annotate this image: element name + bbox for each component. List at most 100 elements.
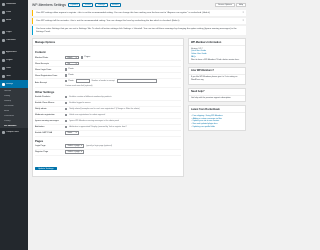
collapse-menu-button[interactable]: Collapse menu bbox=[0, 128, 28, 136]
chevron-down-icon: ▾ bbox=[80, 145, 82, 147]
sidebar-item-settings[interactable]: Settings bbox=[0, 80, 28, 88]
option-row-enable-captcha: Enable CAPTCHA None ▾ bbox=[35, 131, 181, 137]
option-select[interactable]: Select a page ▾ bbox=[65, 144, 85, 148]
option-label: Moderate registration bbox=[35, 114, 55, 116]
sidebar-item-label: Plugins bbox=[6, 59, 13, 61]
sidebar-item-label: Media bbox=[6, 19, 12, 21]
option-checkbox[interactable] bbox=[65, 79, 68, 82]
tab-options[interactable]: Options bbox=[67, 3, 81, 7]
sidebar-item-label: Comments bbox=[6, 39, 16, 41]
option-checkbox[interactable] bbox=[81, 56, 84, 59]
dismiss-icon[interactable]: × bbox=[243, 19, 244, 22]
sidebar-item-label: Posts bbox=[6, 11, 12, 13]
page-icon bbox=[2, 30, 5, 34]
sidebar-item-media[interactable]: Media bbox=[0, 16, 28, 24]
like-title: Like WP-Members? bbox=[189, 68, 245, 75]
main-content: WP-Members Settings Options Fields Dialo… bbox=[28, 0, 250, 250]
help-button[interactable]: Help bbox=[235, 3, 246, 7]
option-row-auto-excerpt: Auto Excerpt Posts Number of words in exce… bbox=[35, 79, 181, 88]
option-select[interactable]: No ▾ bbox=[65, 61, 79, 66]
info-box: WP-Members Information Version: 3.2.7 Qu… bbox=[188, 38, 246, 64]
help-text: Get help with the premium support subscr… bbox=[191, 97, 232, 100]
option-controls: Select a page ▾ bbox=[65, 150, 181, 154]
sidebar-item-label: Users bbox=[6, 67, 12, 69]
option-controls: Posts Number of words in excerpt Custom re… bbox=[65, 79, 181, 87]
info-text: Want to have a WP-Members? Find a better… bbox=[191, 58, 240, 61]
sidebar-item-pages[interactable]: Pages bbox=[0, 28, 28, 36]
select-value: Select a page bbox=[67, 145, 80, 147]
option-help-text: Custom read more link (optional) bbox=[65, 84, 93, 87]
sidebar-item-label: Pages bbox=[6, 31, 12, 33]
option-controls: Block ▾ Pages bbox=[65, 55, 181, 60]
option-controls: No ▾ bbox=[65, 61, 181, 66]
option-label: Show Excerpts bbox=[35, 62, 49, 65]
pin-icon bbox=[2, 10, 5, 14]
option-select[interactable]: None ▾ bbox=[65, 131, 79, 135]
gear-icon bbox=[2, 82, 5, 86]
user-guide-link[interactable]: Online User Guide bbox=[191, 53, 207, 55]
option-checkbox[interactable] bbox=[65, 74, 68, 77]
sidebar-item-posts[interactable]: Posts bbox=[0, 8, 28, 16]
quick-start-link[interactable]: Quick Start Guide bbox=[191, 50, 206, 52]
option-help-text: Enables creation of different membership… bbox=[69, 95, 112, 98]
sidebar-item-appearance[interactable]: Appearance bbox=[0, 48, 28, 56]
sidebar-item-label: Settings bbox=[6, 83, 14, 85]
option-label: Enable CAPTCHA bbox=[35, 132, 52, 134]
like-box: Like WP-Members? If you like WP-Members … bbox=[188, 66, 246, 85]
notice-text: Your WP settings tell the no-index - thi… bbox=[36, 19, 180, 22]
option-checkbox[interactable] bbox=[65, 95, 68, 99]
pages-section-title: Pages bbox=[35, 138, 44, 143]
latest-link[interactable]: Updating user profile fields bbox=[193, 126, 215, 129]
page-header: WP-Members Settings Options Fields Dialo… bbox=[32, 2, 246, 8]
update-settings-button[interactable]: Update Settings bbox=[35, 166, 57, 171]
option-controls: Attribution is appreciated! Display 'pow… bbox=[65, 125, 181, 129]
sidebar-item-users[interactable]: Users bbox=[0, 64, 28, 72]
screen-options-button[interactable]: Screen Options bbox=[215, 3, 235, 7]
sidebar-item-label: Tools bbox=[6, 75, 11, 77]
option-controls: Ignore WP-Members warning messages in th… bbox=[65, 119, 181, 123]
sidebar-item-tools[interactable]: Tools bbox=[0, 72, 28, 80]
option-checkbox[interactable] bbox=[65, 119, 68, 123]
help-box: Need help? Get help with the premium sup… bbox=[188, 87, 246, 103]
wrench-icon bbox=[2, 74, 5, 78]
checkbox-label: Posts bbox=[68, 68, 74, 71]
option-label: Register Page bbox=[35, 151, 49, 153]
option-label: Enable Products bbox=[35, 96, 51, 98]
option-controls: Posts bbox=[65, 74, 181, 77]
collapse-icon bbox=[2, 130, 5, 134]
page-title: WP-Members Settings bbox=[32, 3, 66, 7]
user-icon bbox=[2, 66, 5, 70]
option-help-text: Enables logged in menus bbox=[69, 101, 91, 104]
notice-text: Your WP settings allow anyone to registe… bbox=[36, 11, 210, 14]
latest-box: Latest from RocketGeek Free shipping - U… bbox=[188, 105, 246, 132]
manage-options-panel: Manage Options Content Blocked Posts Bloc… bbox=[32, 38, 184, 177]
faq-link[interactable]: FAQs bbox=[191, 56, 196, 58]
option-checkbox[interactable] bbox=[65, 125, 68, 129]
brush-icon bbox=[2, 50, 5, 54]
tab-fields[interactable]: Fields bbox=[82, 3, 94, 7]
option-select[interactable]: Select a page ▾ bbox=[65, 150, 85, 154]
chevron-down-icon: ▾ bbox=[75, 62, 77, 65]
option-label: Show Registration Form bbox=[35, 74, 58, 77]
sidebar-subitem-label: WP Members bbox=[4, 124, 17, 127]
sidebar-item-comments[interactable]: Comments bbox=[0, 36, 28, 44]
option-checkbox[interactable] bbox=[65, 113, 68, 117]
option-label: Show Login Form bbox=[35, 68, 52, 71]
option-help-text: Attribution is appreciated! Display 'pow… bbox=[69, 125, 127, 128]
words-count-input[interactable] bbox=[75, 79, 90, 83]
option-checkbox[interactable] bbox=[65, 68, 68, 71]
sidebar-item-dashboard[interactable]: Dashboard bbox=[0, 0, 28, 8]
option-select[interactable]: Block ▾ bbox=[65, 55, 79, 60]
checkbox-label: Pages bbox=[84, 56, 91, 59]
sidebar-item-label: Appearance bbox=[6, 51, 17, 53]
dismiss-icon[interactable]: × bbox=[243, 11, 244, 14]
option-checkbox[interactable] bbox=[65, 107, 68, 111]
tab-emails[interactable]: Emails bbox=[109, 3, 122, 7]
sidebar-item-label: Dashboard bbox=[6, 3, 16, 5]
option-checkbox[interactable] bbox=[65, 101, 68, 105]
select-value: Select a page bbox=[67, 151, 80, 153]
tab-dialogs[interactable]: Dialogs bbox=[95, 3, 108, 7]
sidebar-item-plugins[interactable]: Plugins bbox=[0, 56, 28, 64]
read-more-link-input[interactable] bbox=[116, 79, 157, 83]
option-row-register-page: Register Page Select a page ▾ bbox=[35, 150, 181, 156]
